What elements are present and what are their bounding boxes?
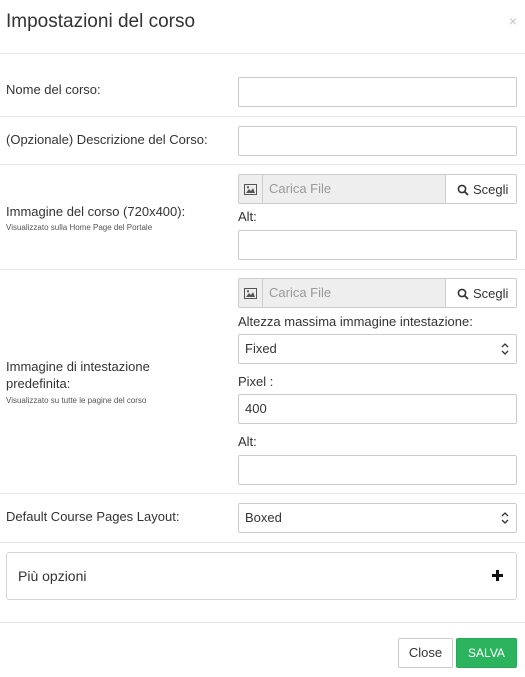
course-name-row: Nome del corso: [0,54,525,117]
max-height-label: Altezza massima immagine intestazione: [238,314,473,329]
course-name-label: Nome del corso: [6,82,101,97]
header-image-file-input: Carica File Scegli [238,278,517,308]
file-placeholder[interactable]: Carica File [262,278,446,308]
max-height-select[interactable]: Fixed [238,334,517,364]
layout-row: Default Course Pages Layout: Boxed [0,494,525,543]
course-image-hint: Visualizzato sulla Home Page del Portale [6,223,153,232]
layout-select[interactable]: Boxed [238,503,517,533]
course-image-alt-input[interactable] [238,230,517,260]
plus-icon[interactable] [492,570,503,581]
header-image-alt-input[interactable] [238,455,517,485]
header-image-hint: Visualizzato su tutte le pagine del cors… [6,396,147,405]
description-input[interactable] [238,126,517,156]
select-arrows-icon [501,512,509,524]
choose-file-label: Scegli [473,286,509,301]
choose-file-label: Scegli [473,182,509,197]
course-image-row: Immagine del corso (720x400): Visualizza… [0,165,525,270]
modal-header: Impostazioni del corso × [0,0,525,54]
course-image-file-input: Carica File Scegli [238,174,517,204]
header-image-alt-label: Alt: [238,434,257,449]
image-addon [238,174,262,204]
select-arrows-icon [501,343,509,355]
course-image-label: Immagine del corso (720x400): [6,204,186,219]
more-options-label: Più opzioni [18,568,87,584]
layout-value: Boxed [245,510,282,525]
choose-file-button[interactable]: Scegli [445,278,517,308]
picture-icon [244,288,257,299]
header-image-row: Immagine di intestazione predefinita: Vi… [0,270,525,494]
close-icon[interactable]: × [509,14,517,28]
search-icon [457,184,469,196]
file-placeholder[interactable]: Carica File [262,174,446,204]
header-image-label: Immagine di intestazione predefinita: [6,359,150,391]
pixel-input[interactable]: 400 [238,394,517,424]
more-options-panel[interactable]: Più opzioni [6,552,517,600]
choose-file-button[interactable]: Scegli [445,174,517,204]
modal-footer: Close SALVA [0,622,525,677]
pixel-label: Pixel : [238,374,274,389]
course-name-input[interactable] [238,77,517,107]
search-icon [457,288,469,300]
layout-label: Default Course Pages Layout: [6,509,180,524]
picture-icon [244,184,257,195]
description-row: (Opzionale) Descrizione del Corso: [0,117,525,165]
image-addon [238,278,262,308]
course-image-alt-label: Alt: [238,209,257,224]
description-label: (Opzionale) Descrizione del Corso: [6,132,208,147]
modal-title: Impostazioni del corso [6,11,196,32]
save-button[interactable]: SALVA [456,638,517,668]
close-button[interactable]: Close [398,638,453,668]
max-height-value: Fixed [245,341,277,356]
course-settings-modal: Impostazioni del corso × Nome del corso:… [0,0,525,677]
